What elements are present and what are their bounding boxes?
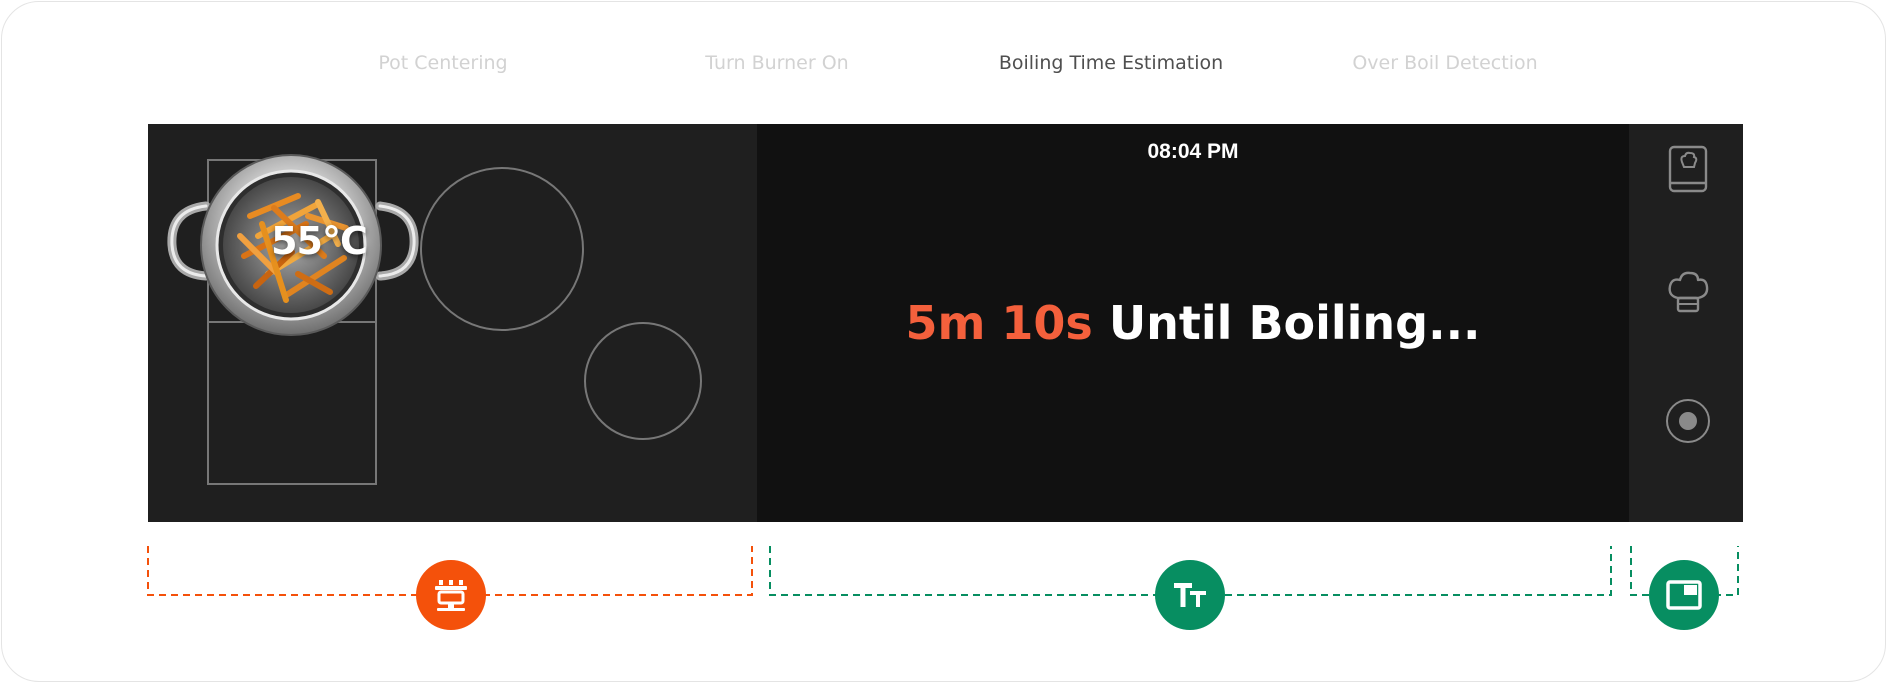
stove-icon — [435, 580, 467, 611]
boiling-status-label: Until Boiling... — [1092, 296, 1481, 350]
tab-over-boil-detection[interactable]: Over Boil Detection — [1352, 52, 1537, 74]
text-size-icon — [1174, 583, 1206, 607]
tab-pot-centering[interactable]: Pot Centering — [378, 52, 507, 74]
recipe-book-icon[interactable] — [1666, 144, 1710, 194]
boiling-status: 5m 10s Until Boiling... — [757, 296, 1629, 350]
picture-in-picture-badge — [1649, 560, 1719, 630]
text-size-badge — [1155, 560, 1225, 630]
tab-boiling-time-estimation[interactable]: Boiling Time Estimation — [999, 52, 1223, 74]
cooktop-panel: 55°C — [148, 124, 757, 522]
tab-turn-burner-on[interactable]: Turn Burner On — [705, 52, 848, 74]
step-tabs: Pot Centering Turn Burner On Boiling Tim… — [0, 52, 1888, 82]
boiling-countdown: 5m 10s — [905, 296, 1093, 350]
stove-badge — [416, 560, 486, 630]
main-display: 08:04 PM 5m 10s Until Boiling... — [757, 124, 1629, 522]
picture-in-picture-icon — [1666, 580, 1702, 610]
stove-screen: 55°C 08:04 PM 5m 10s Until Boiling... — [148, 124, 1743, 522]
cooktop-diagram — [167, 154, 702, 485]
record-icon[interactable] — [1666, 396, 1710, 446]
pot-temperature: 55°C — [271, 219, 368, 263]
annotation-brackets — [147, 546, 1739, 596]
chef-hat-icon[interactable] — [1666, 268, 1710, 318]
burner-large-round[interactable] — [420, 167, 584, 331]
burner-bottom-left[interactable] — [207, 321, 377, 485]
burner-small-round[interactable] — [584, 322, 702, 440]
clock-time: 08:04 PM — [1147, 140, 1239, 163]
side-rail — [1629, 124, 1743, 522]
annotation-row — [0, 540, 1888, 640]
